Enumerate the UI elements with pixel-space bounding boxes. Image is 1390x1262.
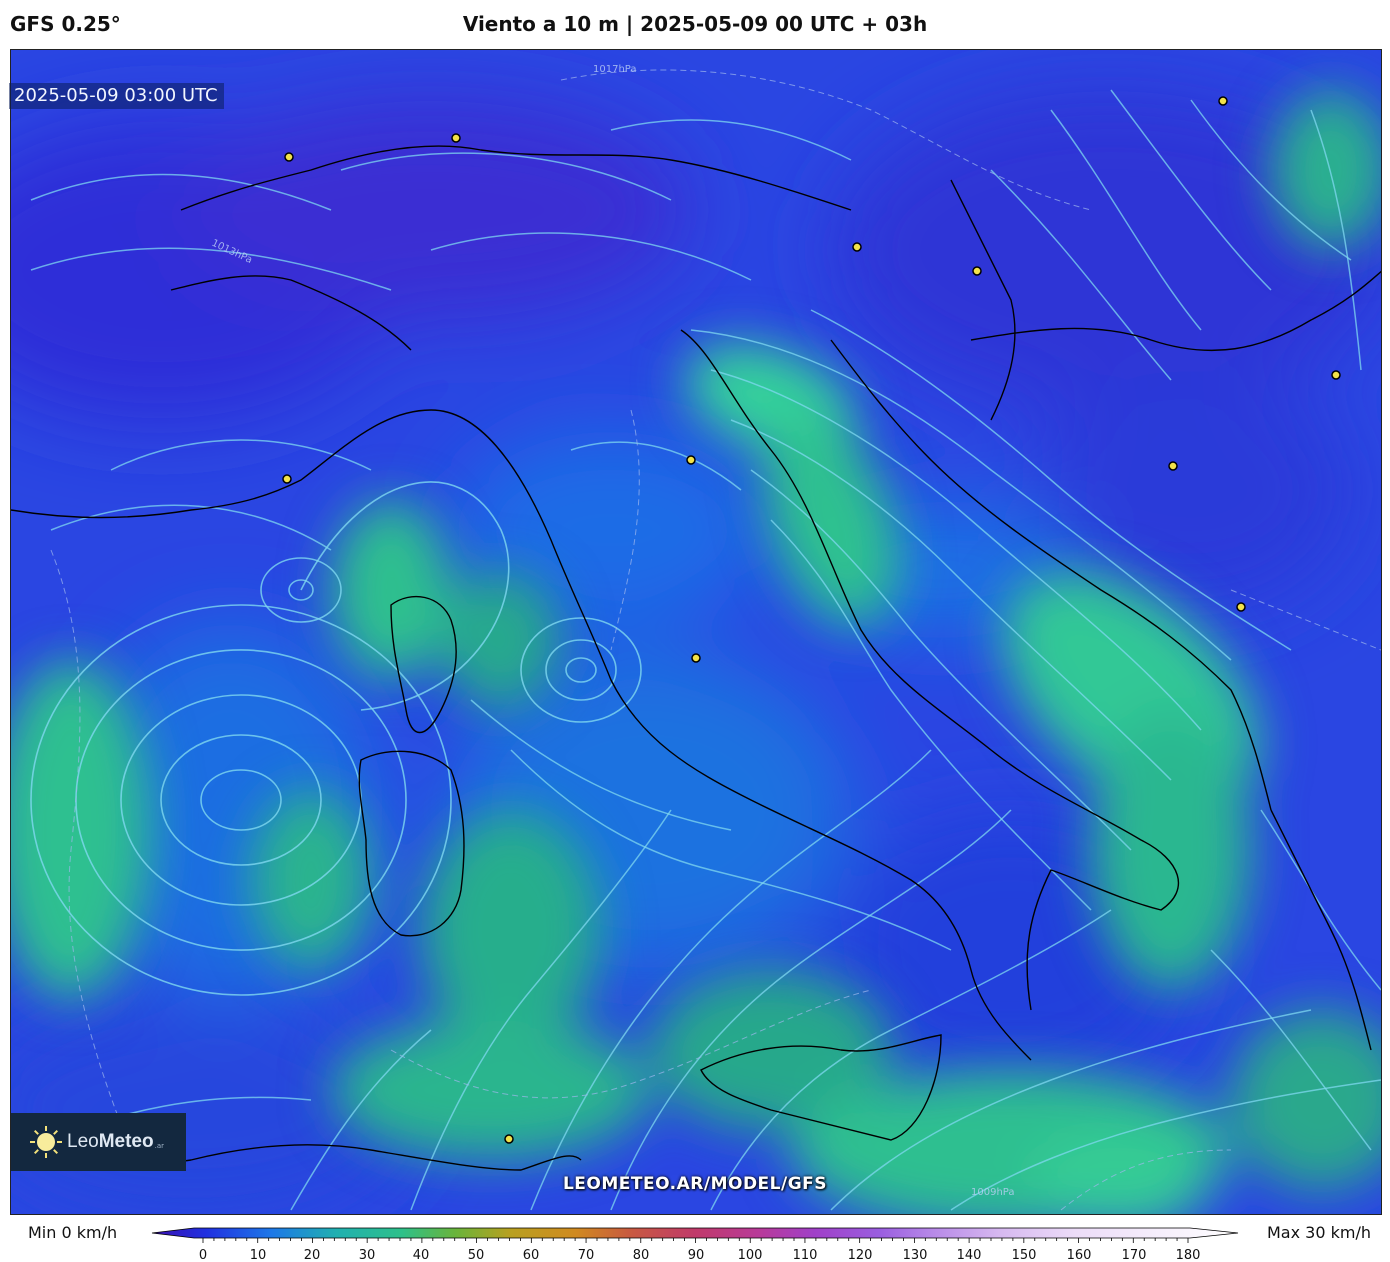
wind-map-canvas: 1017hPa 1013hPa 1009hPa <box>11 50 1381 1214</box>
colorbar-tick-label: 70 <box>578 1248 595 1262</box>
wind-map[interactable]: 1017hPa 1013hPa 1009hPa <box>10 49 1382 1215</box>
logo-name-bold: Meteo <box>98 1131 154 1152</box>
watermark-url[interactable]: LEOMETEO.AR/MODEL/GFS <box>0 1174 1390 1194</box>
logo-name-light: Leo <box>67 1131 99 1152</box>
colorbar-tick-label: 60 <box>523 1248 540 1262</box>
colorbar-tick-label: 150 <box>1012 1248 1037 1262</box>
colorbar-tick-label: 120 <box>848 1248 873 1262</box>
colorbar-tick-label: 180 <box>1176 1248 1201 1262</box>
colorbar-tick-label: 130 <box>903 1248 928 1262</box>
city-marker[interactable] <box>1331 370 1341 380</box>
colorbar-tick-label: 100 <box>738 1248 763 1262</box>
city-marker[interactable] <box>1168 461 1178 471</box>
city-marker[interactable] <box>852 242 862 252</box>
city-marker[interactable] <box>972 266 982 276</box>
city-marker[interactable] <box>691 653 701 663</box>
city-marker[interactable] <box>1236 602 1246 612</box>
colorbar-tick-label: 90 <box>688 1248 705 1262</box>
colorbar-tick-label: 10 <box>250 1248 267 1262</box>
logo-wordmark: LeoMeteo <box>67 1131 154 1153</box>
colorbar-tick-label: 110 <box>793 1248 818 1262</box>
colorbar: 0 10 20 30 40 50 60 70 80 90 100 110 120… <box>151 1227 1239 1262</box>
city-marker[interactable] <box>1218 96 1228 106</box>
colorbar-gradient <box>151 1227 1239 1239</box>
colorbar-tick-label: 50 <box>468 1248 485 1262</box>
colorbar-minor-ticks <box>202 1238 1189 1243</box>
colorbar-tick-label: 20 <box>304 1248 321 1262</box>
colorbar-tick-label: 0 <box>199 1248 207 1262</box>
colorbar-tick-label: 140 <box>957 1248 982 1262</box>
colorbar-tick-labels: 0 10 20 30 40 50 60 70 80 90 100 110 120… <box>199 1248 1201 1262</box>
isobar-label: 1017hPa <box>593 64 637 75</box>
city-marker[interactable] <box>686 455 696 465</box>
map-title: Viento a 10 m | 2025-05-09 00 UTC + 03h <box>462 12 928 36</box>
city-marker[interactable] <box>504 1134 514 1144</box>
colorbar-tick-label: 30 <box>359 1248 376 1262</box>
colorbar-tick-label: 80 <box>633 1248 650 1262</box>
leometeo-logo[interactable]: LeoMeteo .ar <box>11 1113 186 1171</box>
colorbar-tick-label: 40 <box>413 1248 430 1262</box>
colorbar-tick-label: 170 <box>1122 1248 1147 1262</box>
city-marker[interactable] <box>451 133 461 143</box>
sun-icon <box>30 1126 62 1158</box>
colorbar-tick-label: 160 <box>1067 1248 1092 1262</box>
logo-suffix: .ar <box>154 1142 165 1150</box>
city-marker[interactable] <box>284 152 294 162</box>
valid-time-label: 2025-05-09 03:00 UTC <box>9 83 224 109</box>
city-marker[interactable] <box>282 474 292 484</box>
